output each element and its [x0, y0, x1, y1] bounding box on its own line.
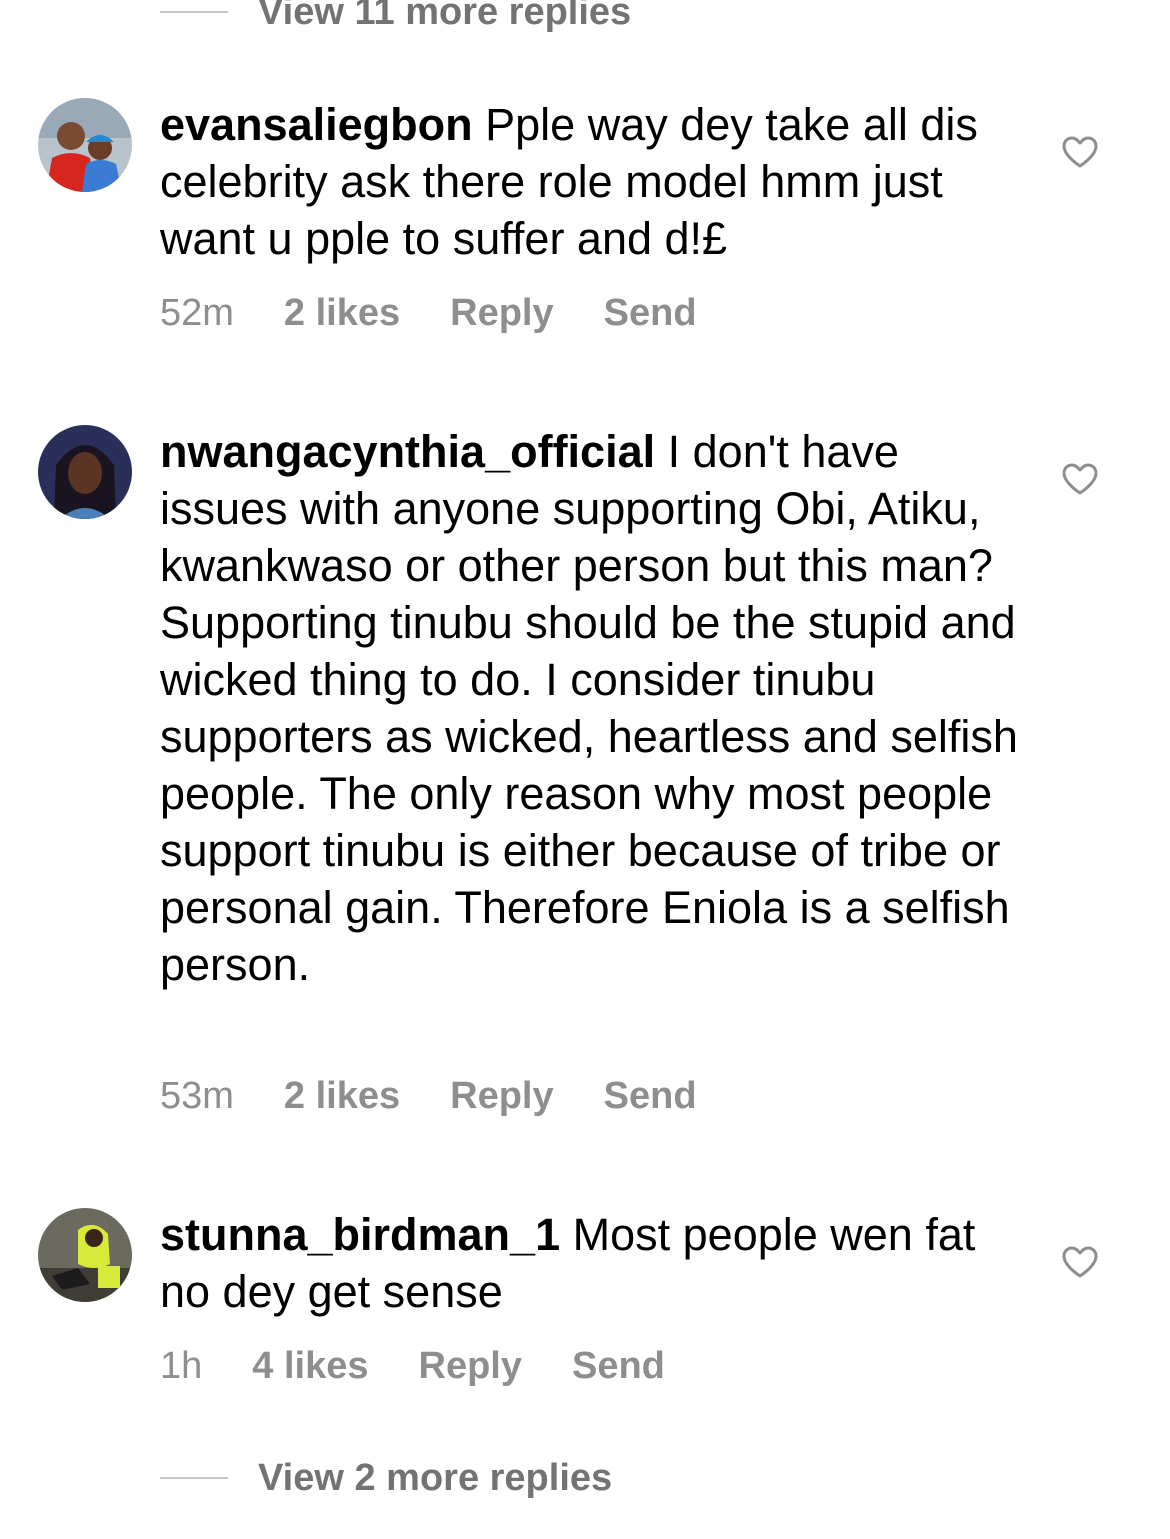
- view-more-replies-label: View 11 more replies: [258, 0, 632, 33]
- reply-button[interactable]: Reply: [419, 1345, 522, 1388]
- comment-body: I don't have issues with anyone supporti…: [160, 426, 1018, 990]
- view-more-replies-label: View 2 more replies: [258, 1456, 613, 1499]
- timestamp: 1h: [160, 1344, 203, 1387]
- send-button[interactable]: Send: [572, 1345, 665, 1388]
- username[interactable]: nwangacynthia_official: [160, 426, 655, 477]
- comment-text: nwangacynthia_official I don't have issu…: [160, 423, 1020, 993]
- avatar[interactable]: [38, 1208, 132, 1302]
- divider-line: [160, 1477, 228, 1479]
- timestamp: 53m: [160, 1074, 234, 1117]
- comment-meta: 1h 4 likes Reply Send: [160, 1341, 715, 1391]
- send-button[interactable]: Send: [604, 292, 697, 335]
- avatar[interactable]: [38, 98, 132, 192]
- comment-meta: 53m 2 likes Reply Send: [160, 1071, 747, 1121]
- reply-button[interactable]: Reply: [450, 1075, 553, 1118]
- username[interactable]: evansaliegbon: [160, 99, 473, 150]
- heart-icon[interactable]: [1061, 462, 1099, 496]
- send-button[interactable]: Send: [604, 1075, 697, 1118]
- avatar[interactable]: [38, 425, 132, 519]
- comment-text: stunna_birdman_1 Most people wen fat no …: [160, 1206, 1020, 1320]
- view-more-replies-top[interactable]: View 11 more replies: [160, 0, 631, 42]
- reply-button[interactable]: Reply: [450, 292, 553, 335]
- comment-meta: 52m 2 likes Reply Send: [160, 288, 747, 338]
- heart-icon[interactable]: [1061, 1245, 1099, 1279]
- comment-text: evansaliegbon Pple way dey take all dis …: [160, 96, 1020, 267]
- username[interactable]: stunna_birdman_1: [160, 1209, 560, 1260]
- likes-count[interactable]: 2 likes: [284, 1075, 400, 1118]
- heart-icon[interactable]: [1061, 135, 1099, 169]
- likes-count[interactable]: 4 likes: [252, 1345, 368, 1388]
- likes-count[interactable]: 2 likes: [284, 292, 400, 335]
- timestamp: 52m: [160, 291, 234, 334]
- divider-line: [160, 11, 228, 13]
- view-more-replies-bottom[interactable]: View 2 more replies: [160, 1448, 612, 1508]
